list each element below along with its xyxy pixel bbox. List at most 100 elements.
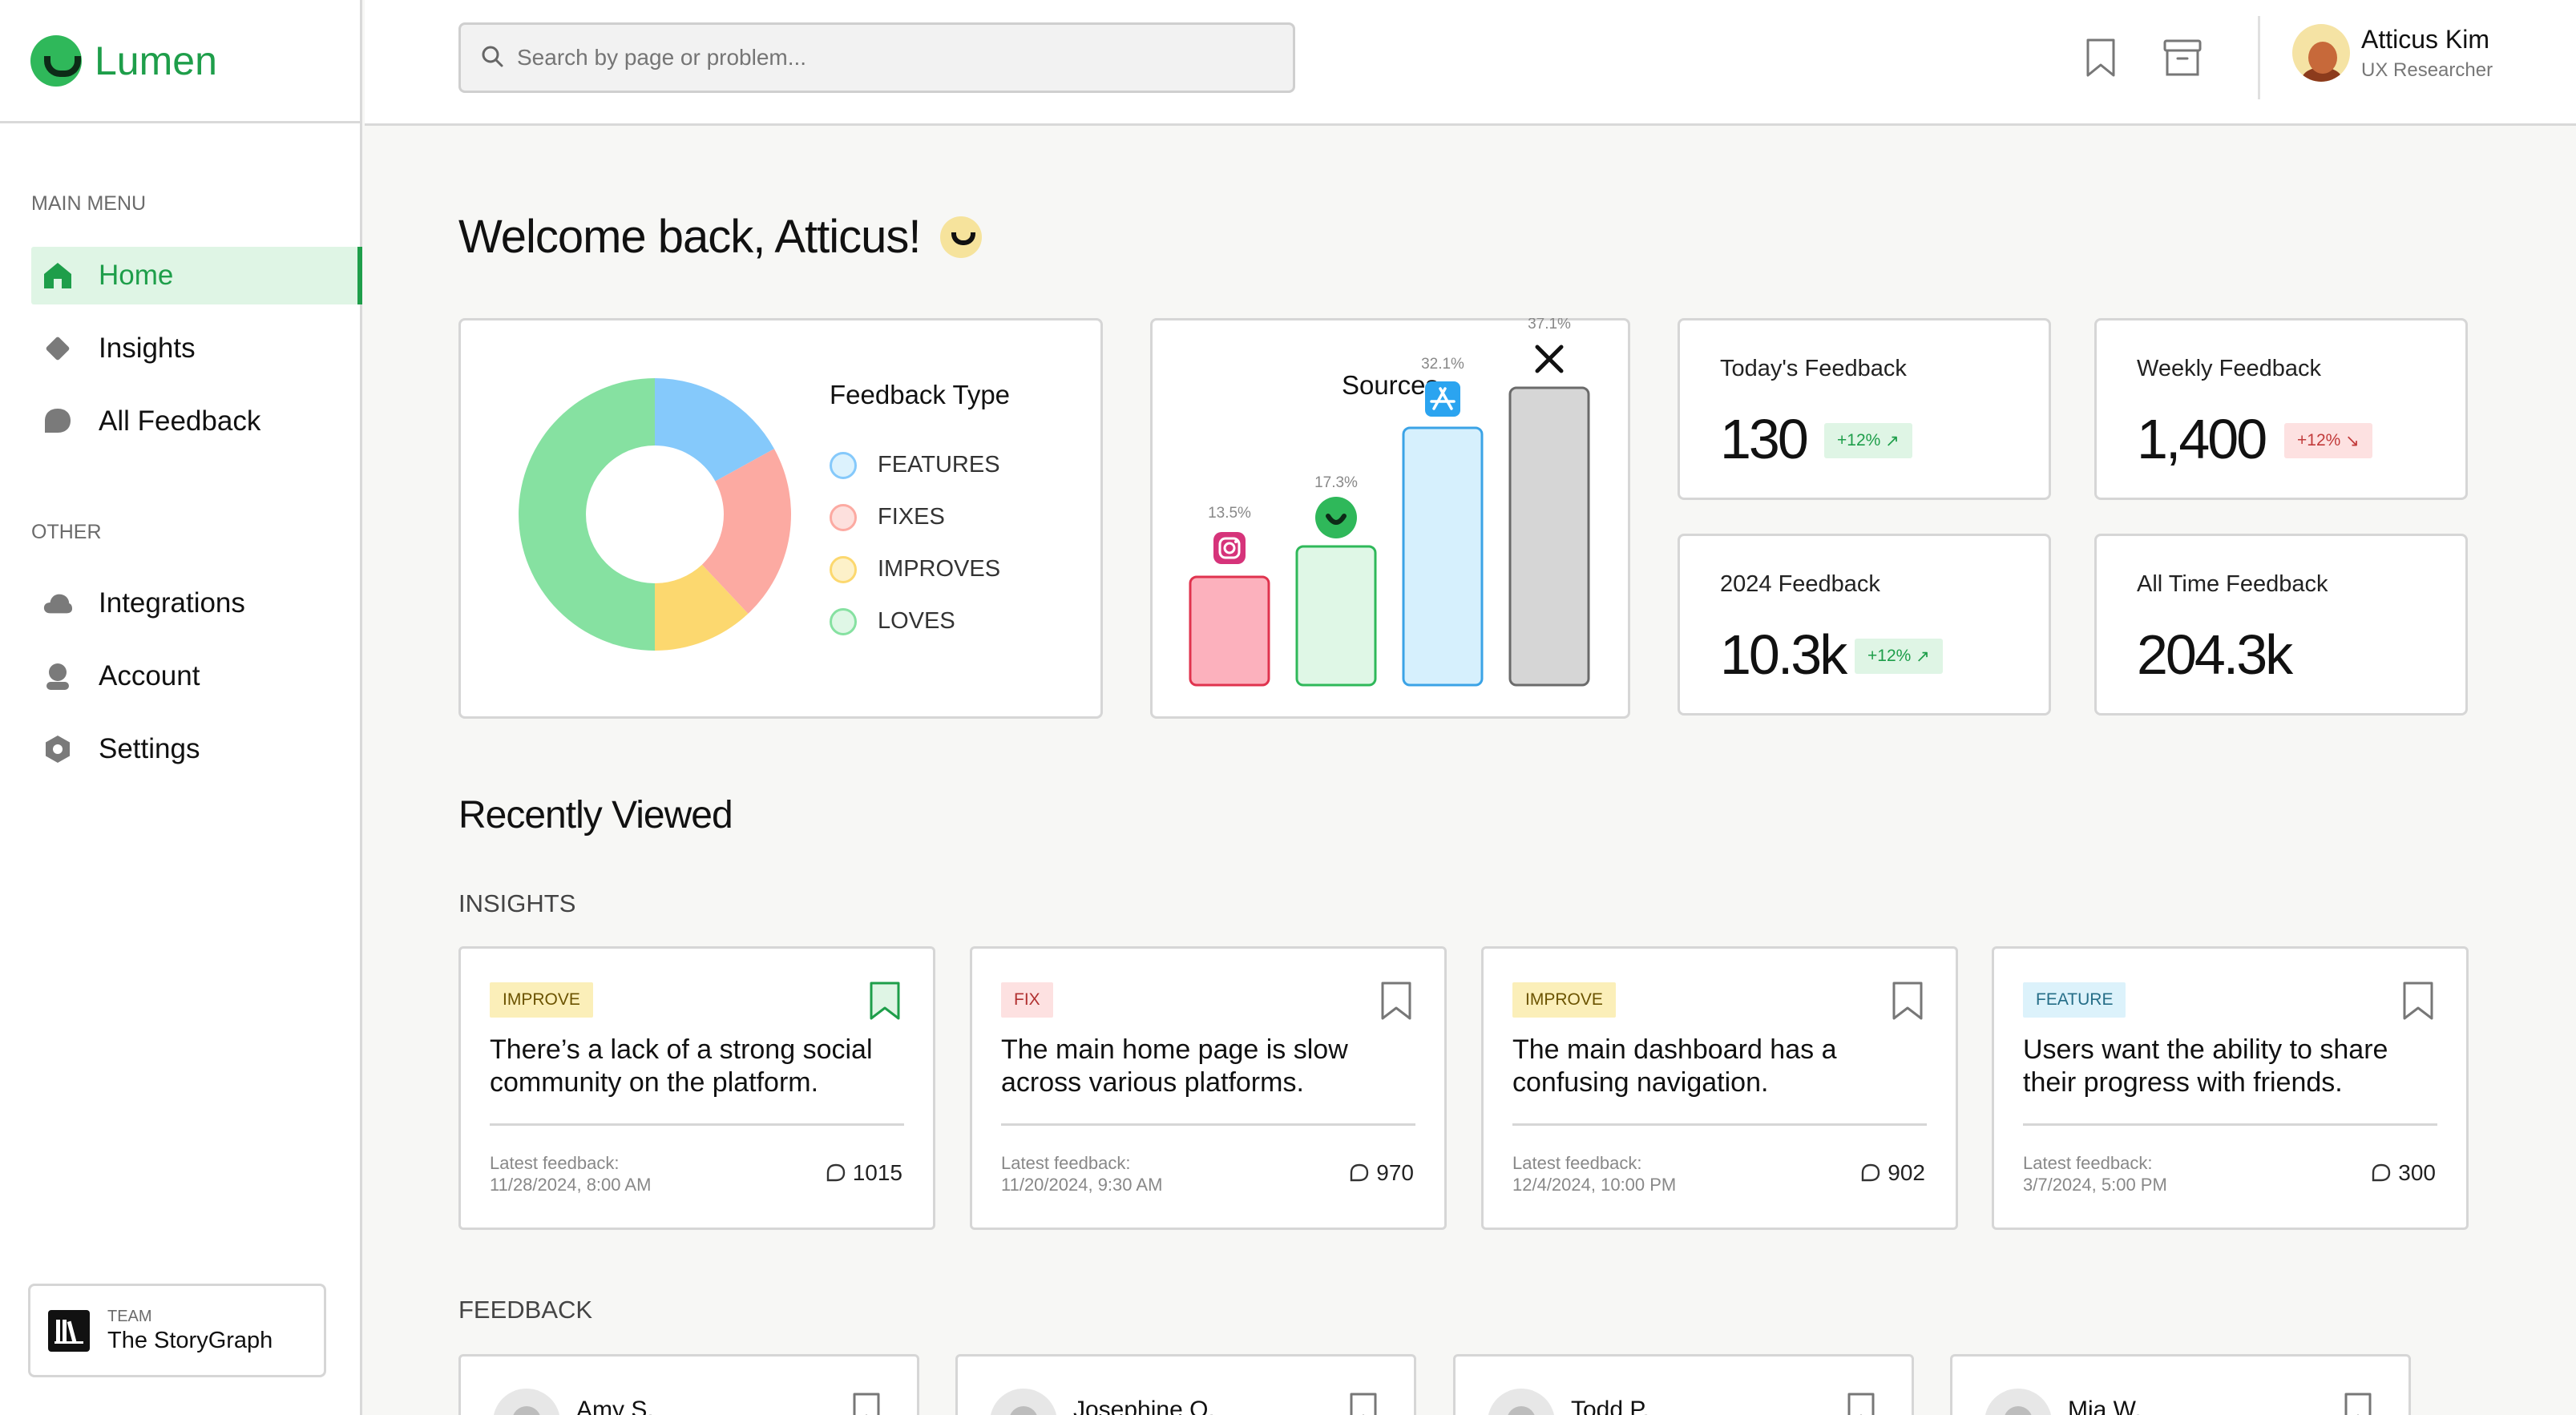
latest-feedback-label: Latest feedback: bbox=[490, 1153, 620, 1173]
legend-swatch bbox=[830, 503, 857, 531]
bar-value-label: 13.5% bbox=[1208, 505, 1251, 522]
trend-badge: +12% ↗ bbox=[1855, 639, 1943, 674]
latest-feedback-label: Latest feedback: bbox=[2023, 1153, 2153, 1173]
welcome-heading: Welcome back, Atticus! bbox=[458, 210, 982, 264]
sidebar-item-all-feedback[interactable]: All Feedback bbox=[31, 393, 362, 450]
bookmark-icon[interactable] bbox=[1379, 981, 1414, 1021]
sidebar-item-insights[interactable]: Insights bbox=[31, 320, 362, 377]
feedback-card[interactable]: Josephine O. bbox=[955, 1354, 1416, 1415]
feedback-type-title: Feedback Type bbox=[830, 380, 1011, 409]
bookmark-icon[interactable] bbox=[867, 981, 902, 1021]
insight-tag: IMPROVE bbox=[490, 982, 593, 1018]
feedback-card[interactable]: Mia W. bbox=[1950, 1354, 2411, 1415]
sidebar-item-integrations[interactable]: Integrations bbox=[31, 574, 362, 632]
comment-count: 902 bbox=[1860, 1160, 1925, 1186]
sidebar-item-label: Integrations bbox=[99, 587, 245, 619]
hexagon-gear-icon bbox=[42, 734, 73, 764]
legend-swatch bbox=[830, 555, 857, 583]
comment-count-value: 970 bbox=[1376, 1160, 1414, 1185]
bar-value-label: 37.1% bbox=[1528, 318, 1571, 333]
insight-meta: Latest feedback: 3/7/2024, 5:00 PM bbox=[2023, 1152, 2167, 1195]
search-input[interactable] bbox=[517, 45, 1238, 71]
main-menu: Home Insights All Feedback bbox=[31, 247, 362, 466]
bookmark-icon[interactable] bbox=[851, 1392, 882, 1415]
insight-card[interactable]: FIX The main home page is slow across var… bbox=[970, 946, 1447, 1230]
legend-item-improves: IMPROVES bbox=[830, 543, 1000, 595]
legend-swatch bbox=[830, 607, 857, 635]
user-role: UX Researcher bbox=[2361, 58, 2493, 81]
diamond-icon bbox=[42, 333, 73, 364]
lumen-logo-icon bbox=[30, 34, 82, 87]
insight-card[interactable]: FEATURE Users want the ability to share t… bbox=[1992, 946, 2469, 1230]
bookmark-icon[interactable] bbox=[1846, 1392, 1876, 1415]
bar-value-label: 17.3% bbox=[1314, 474, 1358, 491]
avatar bbox=[1984, 1389, 2052, 1415]
latest-feedback-label: Latest feedback: bbox=[1512, 1153, 1642, 1173]
comment-icon bbox=[1351, 1163, 1369, 1182]
stat-label: 2024 Feedback bbox=[1720, 571, 1880, 597]
team-switcher[interactable]: TEAM The StoryGraph bbox=[28, 1284, 326, 1377]
stat-card-today: Today's Feedback 130 +12% ↗ bbox=[1678, 318, 2051, 500]
feedback-card[interactable]: Todd P. bbox=[1453, 1354, 1914, 1415]
bookmark-icon[interactable] bbox=[2343, 1392, 2373, 1415]
feedback-type-card: Feedback Type FEATURES FIXES IMPROVES LO… bbox=[458, 318, 1103, 719]
insight-meta: Latest feedback: 11/20/2024, 9:30 AM bbox=[1001, 1152, 1162, 1195]
user-profile[interactable]: Atticus Kim UX Researcher bbox=[2292, 24, 2493, 82]
feedback-card[interactable]: Amy S. bbox=[458, 1354, 919, 1415]
latest-feedback-date: 11/28/2024, 8:00 AM bbox=[490, 1175, 652, 1195]
insight-tag: FEATURE bbox=[2023, 982, 2126, 1018]
feedback-type-legend: FEATURES FIXES IMPROVES LOVES bbox=[830, 439, 1000, 647]
insight-tag: IMPROVE bbox=[1512, 982, 1616, 1018]
archive-icon[interactable] bbox=[2158, 34, 2207, 82]
divider bbox=[490, 1123, 904, 1126]
stat-value: 130 bbox=[1720, 408, 1809, 470]
x-logo-icon bbox=[1535, 345, 1564, 373]
trend-badge: +12% ↗ bbox=[1824, 423, 1912, 458]
brand[interactable]: Lumen bbox=[0, 0, 360, 123]
comment-count: 300 bbox=[2371, 1160, 2436, 1186]
bar-app-store bbox=[1402, 426, 1484, 687]
arrow-up-right-icon: ↗ bbox=[1885, 431, 1900, 450]
sidebar-item-label: Insights bbox=[99, 333, 196, 364]
top-header: Atticus Kim UX Researcher bbox=[365, 0, 2576, 126]
legend-item-loves: LOVES bbox=[830, 595, 1000, 647]
latest-feedback-date: 12/4/2024, 10:00 PM bbox=[1512, 1175, 1677, 1195]
search-bar[interactable] bbox=[458, 22, 1295, 93]
avatar bbox=[2292, 24, 2350, 82]
welcome-text: Welcome back, Atticus! bbox=[458, 211, 921, 263]
bookmark-icon[interactable] bbox=[1348, 1392, 1379, 1415]
sidebar-item-home[interactable]: Home bbox=[31, 247, 362, 304]
sidebar-item-settings[interactable]: Settings bbox=[31, 720, 362, 778]
sidebar-item-account[interactable]: Account bbox=[31, 647, 362, 705]
feedback-author: Todd P. bbox=[1571, 1397, 1649, 1415]
insight-card[interactable]: IMPROVE There’s a lack of a strong social… bbox=[458, 946, 935, 1230]
home-icon bbox=[42, 260, 73, 291]
legend-label: LOVES bbox=[878, 608, 955, 634]
latest-feedback-date: 3/7/2024, 5:00 PM bbox=[2023, 1175, 2167, 1195]
brand-name: Lumen bbox=[95, 38, 217, 83]
insight-card[interactable]: IMPROVE The main dashboard has a confusin… bbox=[1481, 946, 1958, 1230]
arrow-down-right-icon: ↘ bbox=[2345, 431, 2360, 450]
stat-card-all-time: All Time Feedback 204.3k bbox=[2094, 534, 2468, 716]
comment-count: 970 bbox=[1349, 1160, 1414, 1186]
bookmark-icon[interactable] bbox=[1890, 981, 1925, 1021]
trend-badge-text: +12% bbox=[1837, 431, 1881, 449]
trend-badge-text: +12% bbox=[2297, 431, 2341, 449]
divider bbox=[1512, 1123, 1927, 1126]
sidebar-item-label: All Feedback bbox=[99, 405, 261, 437]
stat-label: Weekly Feedback bbox=[2137, 356, 2321, 381]
recently-viewed-title: Recently Viewed bbox=[458, 794, 733, 837]
bookmark-icon[interactable] bbox=[2400, 981, 2436, 1021]
app-store-icon bbox=[1425, 381, 1460, 417]
bar-value-label: 32.1% bbox=[1421, 356, 1464, 373]
arrow-up-right-icon: ↗ bbox=[1916, 647, 1930, 666]
other-menu-title: OTHER bbox=[31, 521, 102, 543]
comment-count-value: 300 bbox=[2398, 1160, 2436, 1185]
bookmark-icon[interactable] bbox=[2077, 34, 2125, 82]
donut-slice-loves bbox=[519, 378, 655, 651]
storygraph-logo-icon bbox=[48, 1309, 90, 1352]
person-icon bbox=[42, 661, 73, 691]
stat-value: 204.3k bbox=[2137, 623, 2293, 686]
chat-bubble-icon bbox=[42, 406, 73, 437]
insight-text: Users want the ability to share their pr… bbox=[2023, 1034, 2388, 1098]
